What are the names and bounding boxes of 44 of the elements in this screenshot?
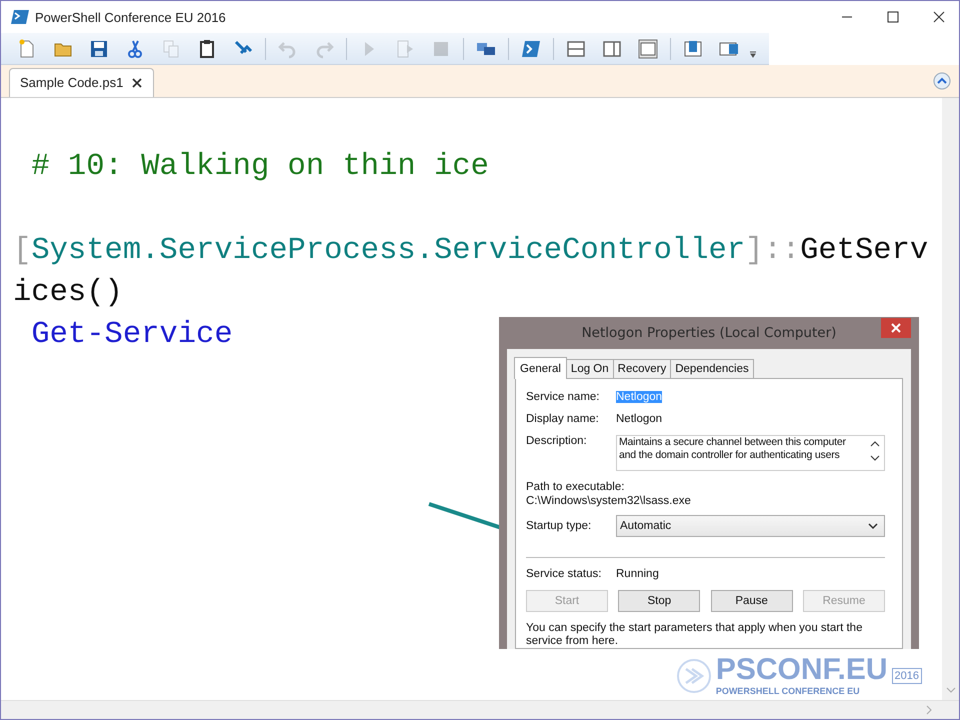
window-title: PowerShell Conference EU 2016 (35, 10, 226, 24)
dialog-title: Netlogon Properties (Local Computer) (582, 325, 836, 341)
service-button[interactable]: Stop (618, 590, 700, 612)
pane-top-icon[interactable] (566, 38, 586, 58)
dialog-tab[interactable]: General (514, 357, 567, 379)
description-field[interactable]: Maintains a secure channel between this computer and the domain controller for authenticating users (616, 435, 885, 471)
logo-name: PSCONF.EU (716, 655, 888, 685)
horizontal-scrollbar[interactable] (1, 700, 959, 719)
pane-max-icon[interactable] (638, 38, 658, 58)
console-icon[interactable] (521, 38, 541, 58)
powershell-icon (11, 9, 29, 25)
logo-year: 2016 (892, 668, 922, 684)
service-button[interactable]: Pause (710, 590, 793, 612)
code-line: Get-Service (30, 318, 233, 352)
vertical-scrollbar[interactable] (942, 98, 959, 700)
script-tab[interactable]: Sample Code.ps1 (9, 68, 154, 97)
field-label: Service status: (526, 568, 602, 580)
field-label: Startup type: (526, 520, 592, 532)
maximize-icon[interactable] (887, 11, 899, 23)
path-value: C:\Windows\system32\lsass.exe (526, 495, 692, 507)
play-logo-icon (676, 658, 712, 694)
close-icon[interactable] (933, 11, 945, 23)
service-status-value: Running (616, 568, 659, 580)
collapse-icon[interactable] (933, 72, 951, 90)
scroll-arrows-icon[interactable] (870, 439, 880, 463)
script-top-icon[interactable] (683, 38, 703, 58)
startup-type-dropdown[interactable]: Automatic (616, 515, 885, 537)
field-label: Service name: (526, 391, 601, 403)
dialog-tab[interactable]: Dependencies (670, 359, 754, 378)
help-text: You can specify the start parameters that apply when you start the service from here. (526, 622, 864, 648)
field-label: Description: (526, 435, 588, 447)
code-line: # 10: Walking on thin ice (30, 150, 489, 184)
code-line: [System.ServiceProcess.ServiceController]::GetServices() (13, 234, 928, 310)
save-icon[interactable] (89, 38, 109, 58)
close-icon[interactable] (131, 76, 144, 88)
paste-icon[interactable] (197, 38, 217, 58)
field-label: Path to executable: (526, 481, 626, 493)
pane-right-icon[interactable] (602, 38, 622, 58)
display-name-value: Netlogon (616, 413, 662, 425)
overflow-icon[interactable] (749, 50, 757, 58)
chevron-down-icon (868, 522, 878, 530)
logo-subtitle: POWERSHELL CONFERENCE EU (716, 685, 861, 697)
cut-icon[interactable] (125, 38, 145, 58)
field-label: Display name: (526, 413, 600, 425)
